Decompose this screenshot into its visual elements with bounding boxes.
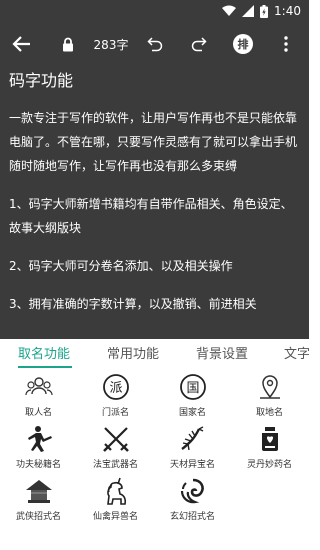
sect-icon: 派 [102,374,129,400]
medicine-jar-icon [261,427,278,451]
tool-place-name[interactable]: 取地名 [231,373,308,418]
editor-toolbar: 283字 排 [0,24,309,64]
people-icon [24,377,53,396]
more-vertical-icon [284,36,288,52]
more-menu-button[interactable] [276,24,296,64]
tool-label: 玄幻招式名 [169,512,215,522]
tool-people-name[interactable]: 取人名 [0,373,77,418]
wuxia-hat-icon [25,480,52,503]
naming-tool-grid: 取人名 派 门派名 国 国家名 取地名 功夫秘籍名 法宝武器名 天材异宝名 灵丹… [0,369,309,550]
tool-fantasy-move-name[interactable]: 玄幻招式名 [154,477,231,522]
tab-text[interactable]: 文字 [284,343,309,362]
lock-icon [63,37,73,51]
tool-wuxia-move-name[interactable]: 武侠招式名 [0,477,77,522]
active-tab-indicator [18,366,72,368]
undo-icon [147,37,163,52]
redo-icon [191,37,207,52]
word-count: 283字 [93,37,129,52]
tool-label: 灵丹妙药名 [246,460,292,470]
tool-label: 功夫秘籍名 [15,460,61,470]
unicorn-icon [106,477,126,505]
status-time: 1:40 [274,4,301,18]
back-button[interactable] [8,24,36,64]
kungfu-icon [27,426,52,452]
tool-sect-name[interactable]: 派 门派名 [77,373,154,418]
svg-text:国: 国 [186,381,199,396]
document-paragraph: 2、码字大师可分卷名添加、以及相关操作 [9,259,233,273]
redo-button[interactable] [188,24,210,64]
tool-label: 天材异宝名 [169,460,215,470]
document-body[interactable]: 一款专注于写作的软件，让用户写作再也不是只能依靠电脑了。不管在哪，只要写作灵感有… [9,106,301,330]
undo-button[interactable] [144,24,166,64]
tab-naming[interactable]: 取名功能 [18,343,70,362]
feature-tab-bar: 取名功能 常用功能 背景设置 文字 [0,339,309,369]
svg-text:派: 派 [109,381,122,396]
tool-label: 取地名 [255,408,283,418]
tool-label: 取人名 [24,408,52,418]
battery-icon [260,4,269,18]
tool-country-name[interactable]: 国 国家名 [154,373,231,418]
document-paragraph: 一款专注于写作的软件，让用户写作再也不是只能依靠电脑了。不管在哪，只要写作灵感有… [9,111,298,173]
tool-kungfu-name[interactable]: 功夫秘籍名 [0,425,77,470]
fantasy-swirl-icon [180,478,204,504]
wifi-icon [222,5,237,16]
editor-area[interactable]: 码字功能 一款专注于写作的软件，让用户写作再也不是只能依靠电脑了。不管在哪，只要… [0,64,309,339]
tab-common[interactable]: 常用功能 [107,343,159,362]
ginseng-icon [180,426,203,451]
tool-label: 仙禽异兽名 [92,512,138,522]
document-paragraph: 1、码字大师新增书籍均有自带作品相关、角色设定、故事大纲版块 [9,197,293,235]
tool-label: 法宝武器名 [92,460,138,470]
tool-label: 国家名 [178,408,206,418]
arrow-left-icon [12,36,30,52]
signal-icon [242,5,255,17]
country-icon: 国 [179,374,206,400]
tool-label: 门派名 [101,408,129,418]
format-icon: 排 [233,34,253,54]
status-bar: 1:40 [0,0,309,24]
tool-treasure-name[interactable]: 天材异宝名 [154,425,231,470]
location-icon [259,375,280,399]
tool-weapon-name[interactable]: 法宝武器名 [77,425,154,470]
status-icons: 1:40 [222,4,301,18]
format-button[interactable]: 排 [232,24,254,64]
lock-button[interactable] [58,24,78,64]
document-title[interactable]: 码字功能 [9,67,73,91]
tool-elixir-name[interactable]: 灵丹妙药名 [231,425,308,470]
tool-label: 武侠招式名 [15,512,61,522]
tab-background[interactable]: 背景设置 [196,343,248,362]
document-paragraph: 3、拥有准确的字数计算，以及撤销、前进相关 [9,297,257,311]
tool-beast-name[interactable]: 仙禽异兽名 [77,477,154,522]
swords-icon [102,427,129,452]
